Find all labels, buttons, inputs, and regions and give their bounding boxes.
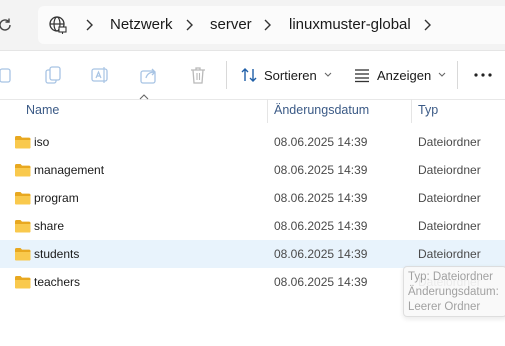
tooltip-empty: Leerer Ordner xyxy=(408,301,481,313)
chevron-right-icon[interactable] xyxy=(422,19,432,31)
more-icon[interactable] xyxy=(472,64,494,86)
file-date: 08.06.2025 14:39 xyxy=(274,247,368,261)
chevron-down-icon xyxy=(438,72,446,77)
chevron-right-icon[interactable] xyxy=(262,19,272,31)
network-globe-icon xyxy=(48,15,68,35)
folder-icon xyxy=(15,192,31,205)
view-button[interactable]: Anzeigen xyxy=(353,61,446,89)
file-date: 08.06.2025 14:39 xyxy=(274,219,368,233)
folder-icon xyxy=(15,164,31,177)
sort-button[interactable]: Sortieren xyxy=(240,61,332,89)
column-header-name[interactable]: Name xyxy=(26,103,59,117)
cut-icon[interactable] xyxy=(0,64,14,86)
refresh-icon[interactable] xyxy=(0,15,14,35)
tooltip-modified: Änderungsdatum: xyxy=(408,286,499,298)
folder-icon xyxy=(15,276,31,289)
column-header-date[interactable]: Änderungsdatum xyxy=(274,103,369,117)
chevron-right-icon xyxy=(86,19,93,31)
breadcrumb-netzwerk[interactable]: Netzwerk xyxy=(110,16,173,33)
sort-label: Sortieren xyxy=(264,67,317,83)
file-name: program xyxy=(34,191,79,205)
column-divider[interactable] xyxy=(411,99,412,123)
toolbar-separator xyxy=(457,61,458,89)
file-type: Dateiordner xyxy=(418,135,481,149)
list-item[interactable]: students 08.06.2025 14:39 Dateiordner xyxy=(0,240,505,268)
chevron-right-icon[interactable] xyxy=(184,19,194,31)
breadcrumb-server[interactable]: server xyxy=(210,16,252,33)
file-date: 08.06.2025 14:39 xyxy=(274,135,368,149)
toolbar-separator xyxy=(226,61,227,89)
address-bar[interactable]: Netzwerk server linuxmuster-global xyxy=(38,6,505,44)
file-name: teachers xyxy=(34,275,81,289)
file-name: students xyxy=(34,247,80,261)
file-date: 08.06.2025 14:39 xyxy=(274,191,368,205)
folder-icon xyxy=(15,136,31,149)
list-item[interactable]: management 08.06.2025 14:39 Dateiordner xyxy=(0,156,505,184)
list-item[interactable]: program 08.06.2025 14:39 Dateiordner xyxy=(0,184,505,212)
chevron-down-icon xyxy=(324,72,332,77)
folder-icon xyxy=(15,248,31,261)
share-icon[interactable] xyxy=(138,64,160,86)
list-item[interactable]: share 08.06.2025 14:39 Dateiordner xyxy=(0,212,505,240)
file-type: Dateiordner xyxy=(418,247,481,261)
file-name: share xyxy=(34,219,65,233)
rename-icon[interactable] xyxy=(89,64,111,86)
file-date: 08.06.2025 14:39 xyxy=(274,163,368,177)
file-type: Dateiordner xyxy=(418,163,481,177)
file-name: iso xyxy=(34,135,50,149)
column-header-type[interactable]: Typ xyxy=(418,103,438,117)
list-item[interactable]: iso 08.06.2025 14:39 Dateiordner xyxy=(0,128,505,156)
breadcrumb-linuxmuster-global[interactable]: linuxmuster-global xyxy=(289,16,411,33)
file-date: 08.06.2025 14:39 xyxy=(274,275,368,289)
column-header-row: Name Änderungsdatum Typ xyxy=(0,94,505,123)
view-icon xyxy=(355,69,369,83)
sort-ascending-icon xyxy=(139,94,149,100)
command-bar: Sortieren Anzeigen xyxy=(0,51,505,100)
folder-tooltip: Typ: Dateiordner Änderungsdatum: Leerer … xyxy=(403,266,505,317)
file-type: Dateiordner xyxy=(418,219,481,233)
copy-icon[interactable] xyxy=(42,64,64,86)
navigation-bar: Netzwerk server linuxmuster-global xyxy=(0,0,505,51)
tooltip-type: Typ: Dateiordner xyxy=(408,271,494,283)
delete-icon[interactable] xyxy=(187,64,209,86)
folder-icon xyxy=(15,220,31,233)
column-divider[interactable] xyxy=(267,99,268,123)
view-label: Anzeigen xyxy=(377,67,432,83)
sort-icon xyxy=(241,68,257,82)
file-type: Dateiordner xyxy=(418,191,481,205)
file-name: management xyxy=(34,163,105,177)
